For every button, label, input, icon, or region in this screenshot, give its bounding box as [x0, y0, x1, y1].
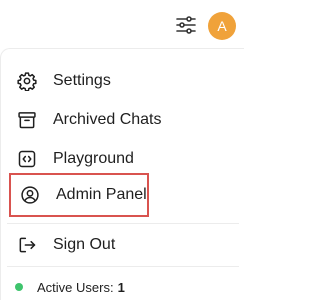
menu-item-settings[interactable]: Settings: [7, 63, 239, 99]
menu-item-sign-out[interactable]: Sign Out: [7, 227, 239, 263]
menu-item-label: Playground: [53, 150, 134, 167]
menu-item-playground[interactable]: Playground: [7, 141, 239, 177]
sign-out-icon: [17, 235, 37, 255]
menu-item-archived-chats[interactable]: Archived Chats: [7, 102, 239, 138]
active-users-label: Active Users:: [37, 279, 114, 295]
status-dot: [15, 283, 23, 291]
code-icon: [17, 149, 37, 169]
menu-item-label: Archived Chats: [53, 111, 162, 128]
menu-item-label: Sign Out: [53, 236, 116, 253]
active-users-count: 1: [117, 279, 125, 295]
user-menu: Settings Archived Chats Playground Admin…: [0, 48, 244, 300]
menu-divider: [7, 223, 239, 224]
top-bar: A: [0, 0, 244, 48]
active-users-status: Active Users: 1: [15, 275, 125, 299]
menu-item-label: Admin Panel: [56, 186, 147, 203]
user-circle-icon: [20, 185, 40, 205]
menu-item-label: Settings: [53, 72, 111, 89]
archive-icon: [17, 110, 37, 130]
avatar[interactable]: A: [208, 12, 236, 40]
menu-divider: [7, 266, 239, 267]
sliders-icon[interactable]: [175, 14, 197, 36]
menu-item-admin-panel[interactable]: Admin Panel: [9, 173, 149, 217]
gear-icon: [17, 71, 37, 91]
